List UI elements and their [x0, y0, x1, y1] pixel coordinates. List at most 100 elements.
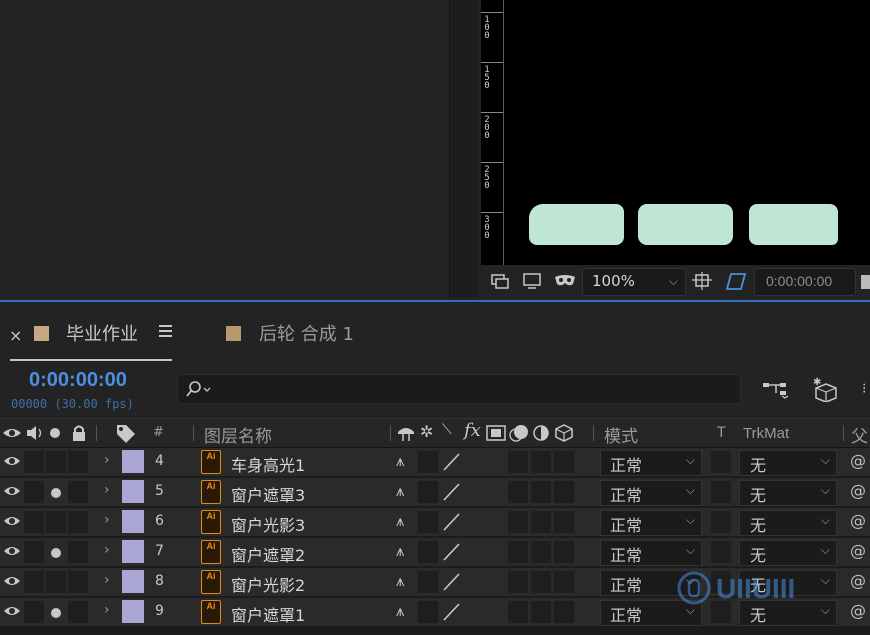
layer-label-color[interactable]: [122, 600, 144, 623]
layer-label-color[interactable]: [122, 510, 144, 533]
audio-toggle[interactable]: [24, 571, 44, 593]
collapse-switch[interactable]: [418, 601, 438, 623]
chevron-right-icon[interactable]: ›: [104, 602, 110, 618]
layer-search-input[interactable]: [177, 374, 741, 404]
motion-blur-switch[interactable]: [508, 541, 528, 563]
shy-switch-icon[interactable]: ⩚: [396, 572, 404, 590]
viewer-timecode[interactable]: 0:00:00:00: [754, 268, 856, 296]
quality-switch-icon[interactable]: [441, 571, 462, 593]
transparency-grid-icon[interactable]: [722, 271, 748, 291]
window-shape-1[interactable]: [529, 204, 624, 245]
layer-label-color[interactable]: [122, 540, 144, 563]
audio-toggle[interactable]: [24, 601, 44, 623]
trkmat-select[interactable]: 无 ⌵: [739, 450, 837, 476]
trkmat-select[interactable]: 无 ⌵: [739, 510, 837, 536]
3d-switch[interactable]: [554, 601, 574, 623]
shy-switch-icon[interactable]: ⩚: [396, 512, 404, 530]
solo-dot-icon[interactable]: [51, 608, 61, 618]
lock-toggle[interactable]: [68, 511, 88, 533]
comp-flowchart-icon[interactable]: [762, 377, 790, 403]
trkmat-select[interactable]: 无 ⌵: [739, 540, 837, 566]
quality-switch-icon[interactable]: [441, 601, 462, 623]
label-tag-icon[interactable]: [115, 423, 137, 443]
lock-toggle[interactable]: [68, 571, 88, 593]
eye-icon[interactable]: [3, 574, 21, 588]
parent-pickwhip-icon[interactable]: @: [850, 511, 866, 530]
eye-icon[interactable]: [3, 604, 21, 618]
solo-icon[interactable]: [50, 428, 60, 438]
quality-switch-icon[interactable]: [441, 511, 462, 533]
layer-name[interactable]: 窗户光影2: [231, 572, 305, 596]
3d-switch[interactable]: [554, 451, 574, 473]
layer-name[interactable]: 窗户遮罩1: [231, 602, 305, 626]
3d-switch[interactable]: [554, 481, 574, 503]
collapse-switch[interactable]: [418, 481, 438, 503]
blend-mode-select[interactable]: 正常 ⌵: [600, 480, 702, 506]
blend-mode-select[interactable]: 正常 ⌵: [600, 450, 702, 476]
chevron-right-icon[interactable]: ›: [104, 452, 110, 468]
camera-icon[interactable]: [861, 275, 870, 289]
audio-toggle[interactable]: [24, 481, 44, 503]
column-mode[interactable]: 模式: [604, 422, 638, 447]
collapse-switch[interactable]: [418, 451, 438, 473]
motion-blur-switch[interactable]: [508, 601, 528, 623]
chevron-right-icon[interactable]: ›: [104, 572, 110, 588]
blend-mode-select[interactable]: 正常 ⌵: [600, 510, 702, 536]
frame-blend-icon[interactable]: [486, 424, 506, 442]
parent-pickwhip-icon[interactable]: @: [850, 451, 866, 470]
layer-label-color[interactable]: [122, 570, 144, 593]
preserve-transparency-toggle[interactable]: [711, 451, 731, 473]
solo-toggle[interactable]: [46, 451, 66, 473]
layer-row[interactable]: › 6 Ai 窗户光影3 ⩚ 正常 ⌵ 无 ⌵ @: [0, 508, 870, 538]
motion-blur-switch[interactable]: [508, 511, 528, 533]
motion-blur-switch[interactable]: [508, 481, 528, 503]
snapshot-icon[interactable]: [488, 271, 512, 291]
zoom-select[interactable]: 100% ⌵: [582, 268, 686, 296]
3d-switch[interactable]: [554, 511, 574, 533]
lock-toggle[interactable]: [68, 481, 88, 503]
layer-row[interactable]: › 4 Ai 车身高光1 ⩚ 正常 ⌵ 无 ⌵ @: [0, 448, 870, 478]
quality-switch-icon[interactable]: [441, 481, 462, 503]
adjustment-switch[interactable]: [531, 451, 551, 473]
shy-switch-icon[interactable]: ⩚: [396, 482, 404, 500]
region-icon[interactable]: [690, 271, 714, 291]
solo-toggle[interactable]: [46, 571, 66, 593]
motion-blur-switch[interactable]: [508, 451, 528, 473]
preserve-transparency-toggle[interactable]: [711, 541, 731, 563]
eye-icon[interactable]: [3, 454, 21, 468]
preserve-transparency-toggle[interactable]: [711, 511, 731, 533]
quality-switch-icon[interactable]: [441, 541, 462, 563]
shy-switch-icon[interactable]: ⩚: [396, 542, 404, 560]
parent-pickwhip-icon[interactable]: @: [850, 481, 866, 500]
chevron-right-icon[interactable]: ›: [104, 482, 110, 498]
layer-name[interactable]: 窗户光影3: [231, 512, 305, 536]
shy-switch-icon[interactable]: ⩚: [396, 602, 404, 620]
draft-3d-icon[interactable]: ✱: [812, 376, 840, 406]
adjustment-switch[interactable]: [531, 601, 551, 623]
column-parent[interactable]: 父: [851, 422, 868, 447]
collapse-icon[interactable]: ✲: [420, 422, 433, 441]
trkmat-select[interactable]: 无 ⌵: [739, 480, 837, 506]
eye-icon[interactable]: [2, 426, 22, 440]
window-shape-3[interactable]: [749, 204, 838, 245]
solo-dot-icon[interactable]: [51, 548, 61, 558]
column-trkmat[interactable]: TrkMat: [743, 425, 789, 442]
layer-name[interactable]: 窗户遮罩2: [231, 542, 305, 566]
column-layer-name[interactable]: 图层名称: [204, 422, 272, 447]
layer-label-color[interactable]: [122, 480, 144, 503]
audio-toggle[interactable]: [24, 511, 44, 533]
adjustment-switch[interactable]: [531, 571, 551, 593]
shy-icon[interactable]: [396, 424, 416, 442]
parent-pickwhip-icon[interactable]: @: [850, 601, 866, 620]
adjustment-switch[interactable]: [531, 541, 551, 563]
quality-icon[interactable]: ⟍: [442, 422, 452, 438]
motion-blur-icon[interactable]: [508, 423, 530, 443]
mask-view-icon[interactable]: [552, 271, 578, 291]
layer-name[interactable]: 窗户遮罩3: [231, 482, 305, 506]
effects-icon[interactable]: fx: [464, 420, 481, 441]
window-shape-2[interactable]: [638, 204, 733, 245]
monitor-icon[interactable]: [520, 271, 544, 291]
layer-row[interactable]: › 5 Ai 窗户遮罩3 ⩚ 正常 ⌵ 无 ⌵ @: [0, 478, 870, 508]
solo-toggle[interactable]: [46, 511, 66, 533]
adjustment-switch[interactable]: [531, 481, 551, 503]
